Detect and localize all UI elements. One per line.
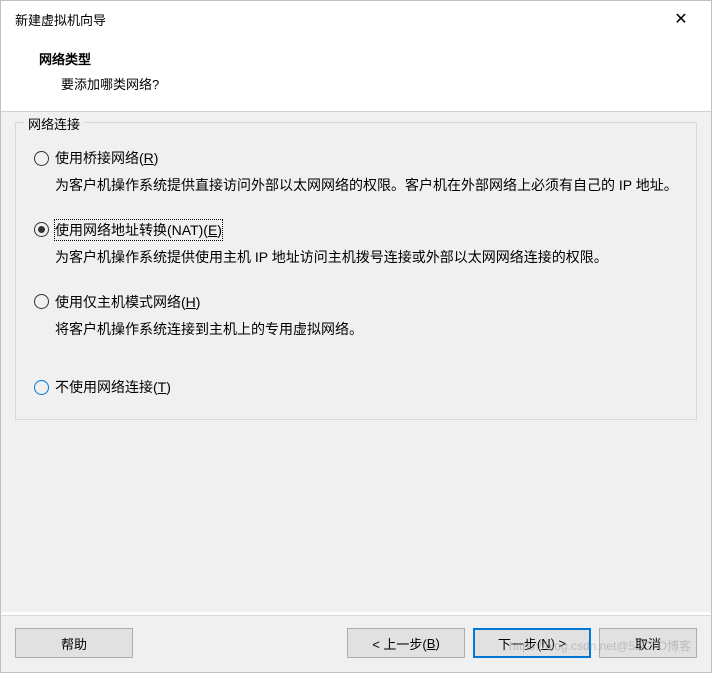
cancel-button[interactable]: 取消 (599, 628, 697, 658)
header-title: 网络类型 (39, 49, 711, 68)
radio-icon (34, 294, 49, 309)
spacer (141, 628, 339, 658)
option-none: 不使用网络连接(T) (34, 377, 678, 397)
radio-hostonly-label: 使用仅主机模式网络(H) (55, 292, 200, 312)
option-hostonly: 使用仅主机模式网络(H) 将客户机操作系统连接到主机上的专用虚拟网络。 (34, 292, 678, 342)
radio-hostonly[interactable]: 使用仅主机模式网络(H) (34, 292, 678, 312)
header-subtitle: 要添加哪类网络? (39, 74, 711, 93)
radio-icon (34, 380, 49, 395)
radio-none-label: 不使用网络连接(T) (55, 377, 171, 397)
radio-hostonly-desc: 将客户机操作系统连接到主机上的专用虚拟网络。 (34, 318, 678, 342)
radio-none[interactable]: 不使用网络连接(T) (34, 377, 678, 397)
window-title: 新建虚拟机向导 (15, 10, 106, 29)
button-bar: 帮助 < 上一步(B) 下一步(N) > 取消 (1, 615, 711, 672)
radio-bridged-desc: 为客户机操作系统提供直接访问外部以太网网络的权限。客户机在外部网络上必须有自己的… (34, 174, 678, 198)
next-button[interactable]: 下一步(N) > (473, 628, 591, 658)
radio-bridged-label: 使用桥接网络(R) (55, 148, 158, 168)
radio-nat-desc: 为客户机操作系统提供使用主机 IP 地址访问主机拨号连接或外部以太网网络连接的权… (34, 246, 678, 270)
help-button[interactable]: 帮助 (15, 628, 133, 658)
wizard-header: 网络类型 要添加哪类网络? (1, 37, 711, 112)
close-icon: ✕ (674, 9, 687, 29)
radio-nat-label: 使用网络地址转换(NAT)(E) (55, 220, 222, 240)
option-nat: 使用网络地址转换(NAT)(E) 为客户机操作系统提供使用主机 IP 地址访问主… (34, 220, 678, 270)
close-button[interactable]: ✕ (661, 5, 701, 33)
radio-bridged[interactable]: 使用桥接网络(R) (34, 148, 678, 168)
radio-icon (34, 222, 49, 237)
network-fieldset: 网络连接 使用桥接网络(R) 为客户机操作系统提供直接访问外部以太网网络的权限。… (15, 122, 697, 420)
fieldset-legend: 网络连接 (24, 114, 84, 133)
content-area: 网络连接 使用桥接网络(R) 为客户机操作系统提供直接访问外部以太网网络的权限。… (1, 112, 711, 612)
radio-icon (34, 151, 49, 166)
radio-group: 使用桥接网络(R) 为客户机操作系统提供直接访问外部以太网网络的权限。客户机在外… (16, 142, 696, 397)
titlebar: 新建虚拟机向导 ✕ (1, 1, 711, 37)
radio-nat[interactable]: 使用网络地址转换(NAT)(E) (34, 220, 678, 240)
back-button[interactable]: < 上一步(B) (347, 628, 465, 658)
option-bridged: 使用桥接网络(R) 为客户机操作系统提供直接访问外部以太网网络的权限。客户机在外… (34, 148, 678, 198)
